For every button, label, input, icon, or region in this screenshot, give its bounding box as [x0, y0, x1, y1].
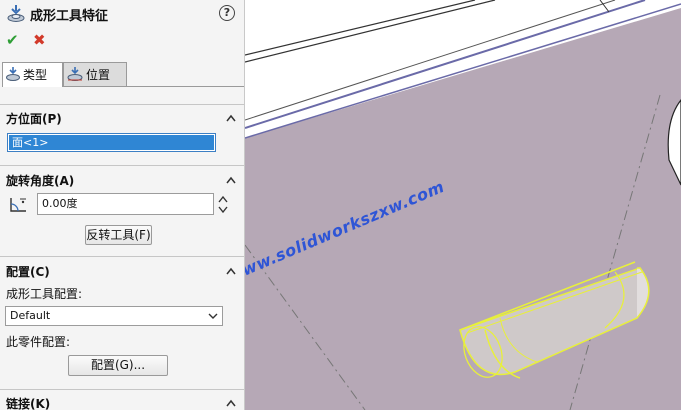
spin-up-icon[interactable]	[218, 195, 228, 203]
tab-position[interactable]: 位置	[63, 62, 127, 86]
tab-type[interactable]: 类型	[2, 62, 63, 87]
rotation-section-title: 旋转角度(A)	[6, 174, 75, 188]
forming-tool-shape[interactable]	[457, 261, 650, 383]
tab-bar: 类型 位置	[2, 62, 244, 87]
chevron-up-icon[interactable]	[226, 399, 236, 407]
spin-down-icon[interactable]	[218, 206, 228, 214]
section-divider	[0, 104, 244, 105]
configuration-section-title: 配置(C)	[6, 265, 50, 279]
section-divider	[0, 389, 244, 390]
flip-tool-button[interactable]: 反转工具(F)	[85, 225, 152, 245]
chevron-up-icon[interactable]	[226, 267, 236, 275]
panel-header: 成形工具特征 ?	[0, 0, 244, 28]
panel-title: 成形工具特征	[30, 9, 109, 24]
tool-config-dropdown[interactable]: Default	[5, 306, 223, 326]
cancel-button[interactable]: ✖	[33, 31, 46, 49]
model-scene	[245, 0, 681, 410]
tool-config-label: 成形工具配置:	[6, 287, 83, 301]
selected-face-item[interactable]: 面<1>	[9, 135, 214, 150]
chevron-down-icon	[208, 313, 218, 319]
section-divider	[0, 256, 244, 257]
orientation-face-selection-box[interactable]: 面<1>	[7, 133, 216, 152]
ok-button[interactable]: ✔	[6, 31, 19, 49]
type-tab-icon	[6, 67, 20, 81]
position-tab-icon	[67, 67, 83, 81]
forming-tool-icon	[6, 4, 26, 27]
property-manager-panel: 成形工具特征 ? ✔ ✖ 类型 位置 方位面(P) 面<1> 旋转角度(A) 0…	[0, 0, 245, 410]
chevron-up-icon[interactable]	[226, 114, 236, 122]
chevron-up-icon[interactable]	[226, 176, 236, 184]
help-icon[interactable]: ?	[219, 5, 235, 21]
configuration-button[interactable]: 配置(G)...	[68, 355, 168, 376]
part-config-label: 此零件配置:	[6, 335, 71, 349]
graphics-viewport[interactable]: www.solidworkszxw.com	[245, 0, 681, 410]
rotation-angle-input[interactable]: 0.00度	[37, 193, 214, 215]
section-divider	[0, 165, 244, 166]
orientation-section-title: 方位面(P)	[6, 112, 62, 126]
angle-icon	[8, 196, 30, 217]
link-section-title: 链接(K)	[6, 397, 51, 410]
